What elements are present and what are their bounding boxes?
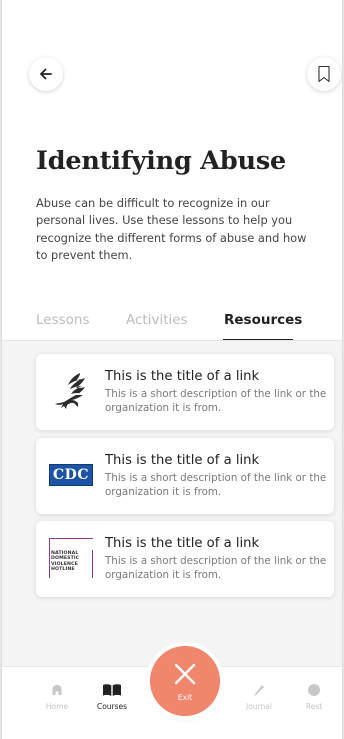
tab-lessons[interactable]: Lessons: [36, 312, 90, 328]
exit-button[interactable]: Exit: [150, 646, 220, 716]
resources-list: This is the title of a link This is a sh…: [2, 341, 342, 666]
tab-resources[interactable]: Resources: [224, 312, 302, 328]
course-header: Identifying Abuse Abuse can be difficult…: [2, 0, 342, 341]
close-icon: [174, 663, 196, 685]
resource-title: This is the title of a link: [105, 453, 260, 468]
resource-card[interactable]: This is the title of a link This is a sh…: [36, 354, 334, 430]
tab-activities[interactable]: Activities: [126, 312, 188, 328]
home-icon: [52, 685, 62, 695]
nav-journal[interactable]: Journal: [237, 681, 281, 711]
bookmark-button[interactable]: [307, 57, 341, 91]
nav-home-label: Home: [45, 702, 69, 711]
page-title: Identifying Abuse: [36, 146, 287, 176]
circle-icon: [308, 684, 320, 696]
nav-courses[interactable]: Courses: [90, 681, 134, 711]
resource-description: This is a short description of the link …: [105, 388, 327, 415]
exit-label: Exit: [177, 693, 193, 702]
nav-journal-label: Journal: [246, 702, 272, 711]
resource-description: This is a short description of the link …: [105, 555, 327, 582]
hotline-logo: NATIONAL DOMESTIC VIOLENCE HOTLINE: [48, 535, 94, 581]
resource-title: This is the title of a link: [105, 536, 260, 551]
cdc-logo-text: CDC: [53, 467, 89, 483]
tab-bar: Lessons Activities Resources: [2, 312, 342, 341]
bookmark-icon: [318, 65, 330, 83]
arrow-left-icon: [40, 68, 52, 80]
page-description: Abuse can be difficult to recognize in o…: [36, 196, 307, 263]
resource-card[interactable]: NATIONAL DOMESTIC VIOLENCE HOTLINE This …: [36, 521, 334, 597]
resource-description: This is a short description of the link …: [105, 472, 327, 499]
back-button[interactable]: [29, 57, 63, 91]
eagle-logo-icon: [48, 368, 94, 414]
nav-courses-label: Courses: [96, 702, 128, 711]
hotline-logo-line: HOTLINE: [51, 567, 75, 573]
nav-home[interactable]: Home: [35, 681, 79, 711]
resource-card[interactable]: CDC This is the title of a link This is …: [36, 438, 334, 514]
screen: Identifying Abuse Abuse can be difficult…: [1, 0, 343, 739]
pencil-icon: [254, 685, 264, 696]
nav-rest-label: Rest: [305, 702, 323, 711]
resource-title: This is the title of a link: [105, 369, 260, 384]
book-icon: [103, 684, 121, 696]
cdc-logo: CDC: [48, 452, 94, 498]
nav-rest[interactable]: Rest: [292, 681, 336, 711]
